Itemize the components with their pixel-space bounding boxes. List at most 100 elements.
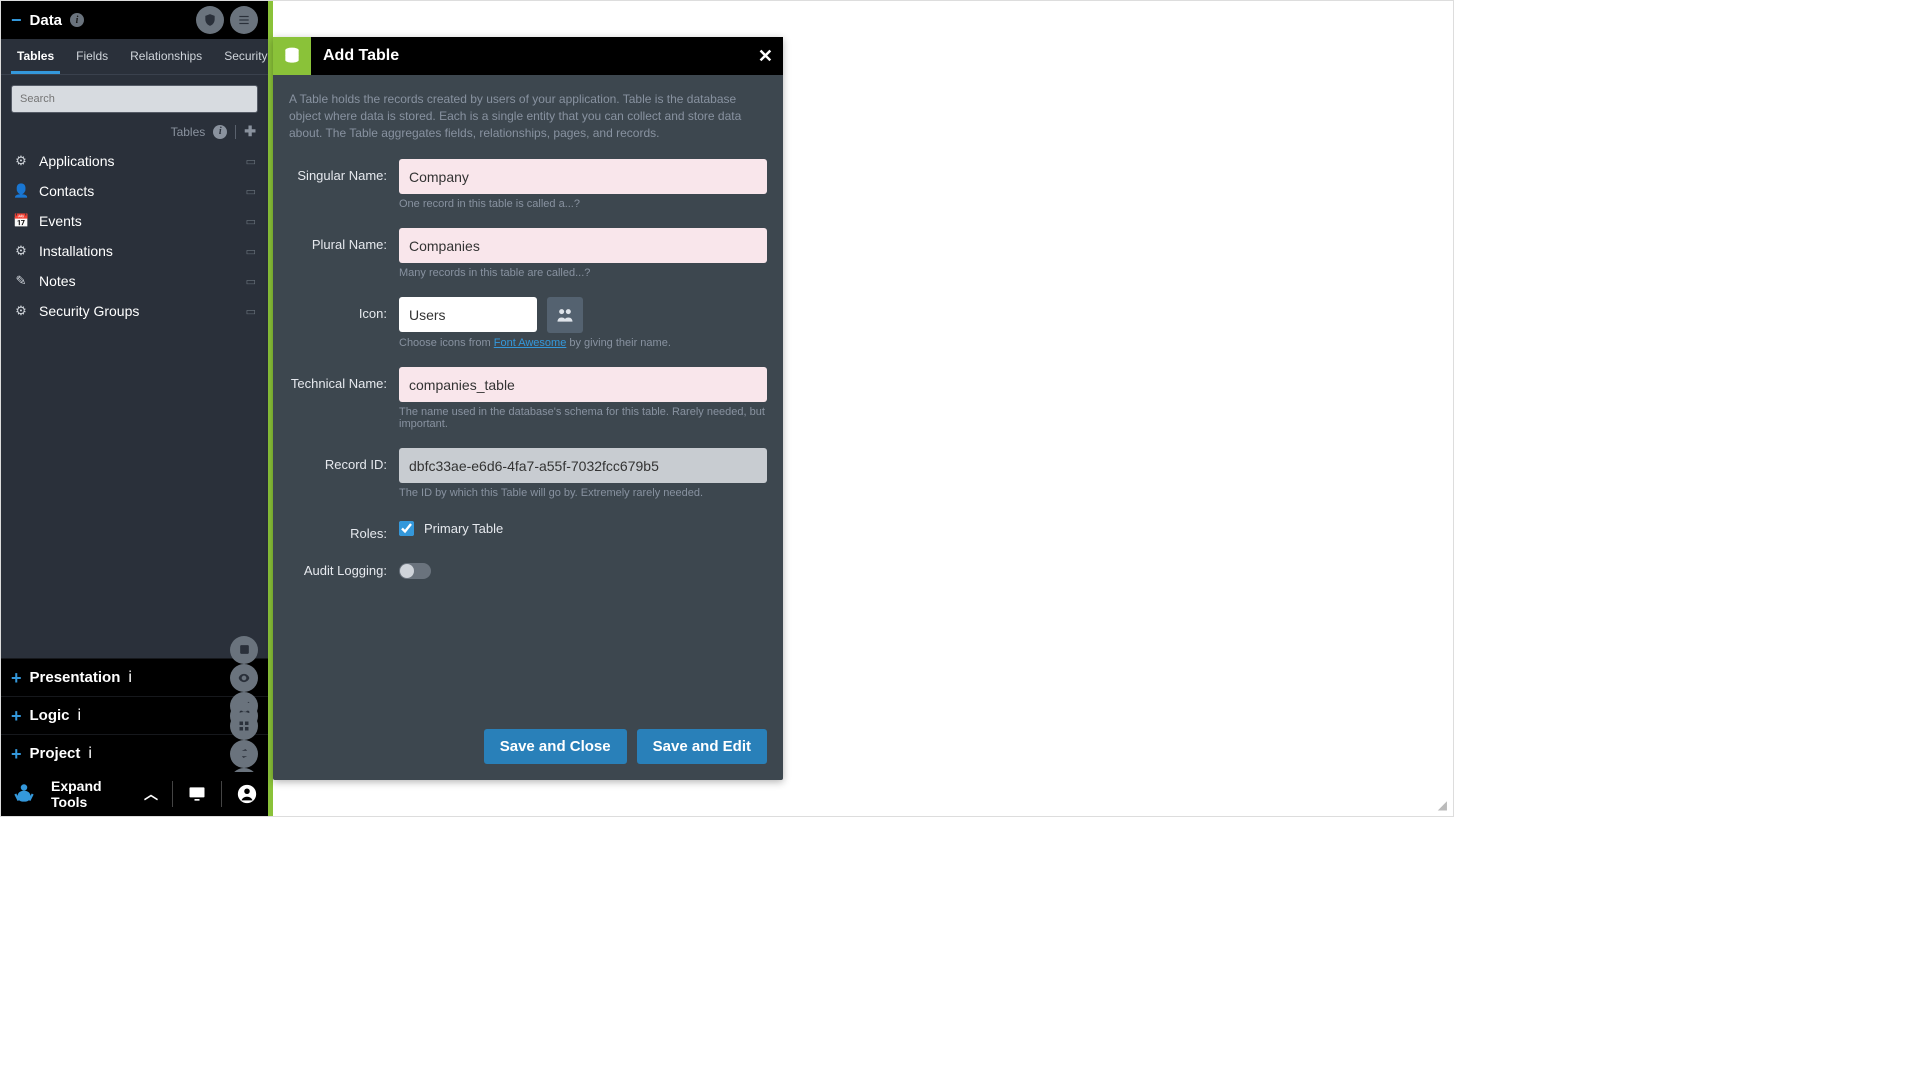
- tables-list: ⚙ Applications ▭ 👤 Contacts ▭ 📅 Events ▭ ⚙ I…: [1, 146, 268, 658]
- tab-tables[interactable]: Tables: [11, 39, 60, 74]
- roles-label: Roles:: [289, 517, 399, 550]
- table-item-security-groups[interactable]: ⚙ Security Groups ▭: [1, 296, 268, 326]
- record-id-input[interactable]: [399, 448, 767, 483]
- logo-icon[interactable]: [11, 781, 37, 807]
- record-id-label: Record ID:: [289, 448, 399, 513]
- modal-header: Add Table ✕: [273, 37, 783, 75]
- table-item-label: Notes: [39, 273, 76, 289]
- info-icon[interactable]: i: [128, 669, 132, 687]
- tab-relationships[interactable]: Relationships: [124, 39, 208, 74]
- table-item-label: Applications: [39, 153, 115, 169]
- modal-description: A Table holds the records created by use…: [289, 91, 767, 141]
- presentation-section-header[interactable]: + Presentation i: [1, 658, 268, 696]
- divider: [221, 781, 222, 807]
- edit-icon[interactable]: ▭: [246, 245, 256, 258]
- singular-name-label: Singular Name:: [289, 159, 399, 224]
- data-tabs: Tables Fields Relationships Security Rec…: [1, 39, 268, 75]
- table-item-applications[interactable]: ⚙ Applications ▭: [1, 146, 268, 176]
- expand-tools-label: Expand Tools: [51, 778, 138, 810]
- audit-logging-toggle[interactable]: [399, 563, 431, 579]
- technical-name-label: Technical Name:: [289, 367, 399, 444]
- technical-name-input[interactable]: [399, 367, 767, 402]
- edit-icon[interactable]: ▭: [246, 185, 256, 198]
- table-item-label: Events: [39, 213, 82, 229]
- table-item-installations[interactable]: ⚙ Installations ▭: [1, 236, 268, 266]
- database-icon: [273, 37, 311, 75]
- calendar-icon: 📅: [13, 213, 29, 229]
- gears-icon: ⚙: [13, 303, 29, 319]
- modal-title: Add Table: [311, 47, 399, 65]
- icon-label: Icon:: [289, 297, 399, 363]
- info-icon[interactable]: i: [78, 707, 82, 725]
- plural-name-input[interactable]: [399, 228, 767, 263]
- shield-icon[interactable]: [196, 6, 224, 34]
- plural-name-helper: Many records in this table are called...…: [399, 267, 767, 279]
- user-icon: 👤: [13, 183, 29, 199]
- close-icon[interactable]: ✕: [758, 46, 773, 67]
- primary-table-checkbox[interactable]: [399, 521, 414, 536]
- edit-icon: ✎: [13, 273, 29, 289]
- expand-icon[interactable]: +: [11, 745, 22, 763]
- edit-icon[interactable]: ▭: [246, 215, 256, 228]
- expand-tools-button[interactable]: Expand Tools ︿: [51, 778, 158, 810]
- main-area: Add Table ✕ A Table holds the records cr…: [273, 1, 1453, 816]
- presentation-section-title: Presentation: [30, 669, 121, 686]
- edit-icon[interactable]: ▭: [246, 275, 256, 288]
- info-icon[interactable]: i: [88, 745, 92, 763]
- data-section-title: Data: [30, 12, 63, 29]
- tables-header-label: Tables: [171, 125, 206, 139]
- expand-icon[interactable]: +: [11, 707, 22, 725]
- add-table-modal: Add Table ✕ A Table holds the records cr…: [273, 37, 783, 780]
- project-section-header[interactable]: + Project i: [1, 734, 268, 772]
- data-section-header[interactable]: − Data i: [1, 1, 268, 39]
- project-section-title: Project: [30, 745, 81, 762]
- info-icon[interactable]: i: [213, 125, 227, 139]
- add-table-icon[interactable]: ✚: [244, 123, 256, 140]
- edit-icon[interactable]: ▭: [246, 305, 256, 318]
- desktop-icon[interactable]: [187, 784, 207, 804]
- resize-handle-icon[interactable]: ◢: [1438, 798, 1447, 812]
- grid-icon[interactable]: [230, 712, 258, 740]
- menu-icon[interactable]: [230, 6, 258, 34]
- edit-icon[interactable]: ▭: [246, 155, 256, 168]
- expand-icon[interactable]: +: [11, 669, 22, 687]
- logic-section-title: Logic: [30, 707, 70, 724]
- swap-icon[interactable]: [230, 740, 258, 768]
- eye-icon[interactable]: [230, 664, 258, 692]
- table-item-label: Contacts: [39, 183, 94, 199]
- save-and-close-button[interactable]: Save and Close: [484, 729, 627, 764]
- collapse-icon[interactable]: −: [11, 11, 22, 29]
- chevron-up-icon: ︿: [144, 784, 158, 804]
- pages-icon[interactable]: [230, 636, 258, 664]
- footer-bar: Expand Tools ︿: [1, 772, 268, 816]
- sidebar: − Data i Tables Fields Relationships Sec…: [1, 1, 268, 816]
- technical-name-helper: The name used in the database's schema f…: [399, 406, 767, 430]
- tab-fields[interactable]: Fields: [70, 39, 114, 74]
- singular-name-helper: One record in this table is called a...?: [399, 198, 767, 210]
- icon-input[interactable]: [399, 297, 537, 332]
- gears-icon: ⚙: [13, 153, 29, 169]
- save-and-edit-button[interactable]: Save and Edit: [637, 729, 767, 764]
- table-item-label: Installations: [39, 243, 113, 259]
- table-item-notes[interactable]: ✎ Notes ▭: [1, 266, 268, 296]
- info-icon[interactable]: i: [70, 13, 84, 27]
- gear-icon: ⚙: [13, 243, 29, 259]
- font-awesome-link[interactable]: Font Awesome: [494, 337, 567, 349]
- record-id-helper: The ID by which this Table will go by. E…: [399, 487, 767, 499]
- logic-section-header[interactable]: + Logic i: [1, 696, 268, 734]
- search-input[interactable]: [11, 85, 258, 113]
- divider: [172, 781, 173, 807]
- icon-preview: [547, 297, 583, 333]
- user-circle-icon[interactable]: [236, 783, 258, 805]
- plural-name-label: Plural Name:: [289, 228, 399, 293]
- primary-table-label: Primary Table: [424, 521, 503, 536]
- singular-name-input[interactable]: [399, 159, 767, 194]
- tab-security[interactable]: Security: [218, 39, 273, 74]
- table-item-contacts[interactable]: 👤 Contacts ▭: [1, 176, 268, 206]
- audit-logging-label: Audit Logging:: [289, 554, 399, 579]
- table-item-label: Security Groups: [39, 303, 139, 319]
- tables-list-header: Tables i ✚: [1, 123, 268, 146]
- icon-helper: Choose icons from Font Awesome by giving…: [399, 337, 767, 349]
- divider: [235, 125, 236, 139]
- table-item-events[interactable]: 📅 Events ▭: [1, 206, 268, 236]
